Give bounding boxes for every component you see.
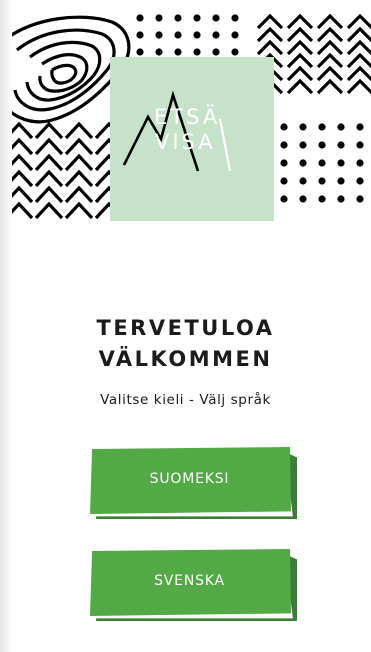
pattern-dot xyxy=(356,159,364,167)
pattern-dot xyxy=(337,123,345,131)
pattern-chevron xyxy=(316,13,344,30)
pattern-dot xyxy=(318,195,326,203)
swedish-language-button[interactable]: SVENSKA xyxy=(88,549,297,621)
pattern-chevron xyxy=(346,26,371,43)
pattern-chevron xyxy=(286,52,314,69)
pattern-dot xyxy=(155,14,163,22)
pattern-dot xyxy=(280,195,288,203)
pattern-dot xyxy=(212,31,220,39)
pattern-chevron xyxy=(316,52,344,69)
logo-text-line1: ETSÄ xyxy=(154,105,221,129)
swedish-button-label: SVENSKA xyxy=(154,573,225,589)
finnish-language-button[interactable]: SUOMEKSI xyxy=(88,447,297,519)
pattern-dot xyxy=(280,123,288,131)
pattern-dot xyxy=(337,177,345,185)
pattern-dot xyxy=(280,141,288,149)
pattern-dot xyxy=(280,177,288,185)
pattern-dot xyxy=(299,177,307,185)
pattern-chevron xyxy=(286,13,314,30)
pattern-dot xyxy=(299,123,307,131)
pattern-dot xyxy=(318,141,326,149)
pattern-chevron xyxy=(286,39,314,56)
pattern-dot xyxy=(136,31,144,39)
pattern-chevron xyxy=(12,153,34,172)
language-prompt: Valitse kieli - Välj språk xyxy=(100,392,271,408)
pattern-chevron xyxy=(286,26,314,43)
pattern-chevron xyxy=(256,26,284,43)
pattern-chevron xyxy=(286,78,314,95)
pattern-dot xyxy=(155,31,163,39)
pattern-dot xyxy=(193,14,201,22)
pattern-chevron xyxy=(316,65,344,82)
pattern-dot xyxy=(136,48,144,56)
pattern-dot xyxy=(136,14,144,22)
pattern-chevron xyxy=(256,13,284,30)
pattern-chevron xyxy=(316,26,344,43)
pattern-chevron xyxy=(346,39,371,56)
pattern-chevron xyxy=(64,185,94,204)
pattern-chevron xyxy=(286,65,314,82)
pattern-dot xyxy=(193,48,201,56)
pattern-dot xyxy=(299,141,307,149)
pattern-dot xyxy=(356,141,364,149)
pattern-chevron xyxy=(12,137,34,156)
pattern-chevron xyxy=(346,65,371,82)
pattern-dot xyxy=(155,48,163,56)
pattern-dot xyxy=(299,159,307,167)
pattern-dot xyxy=(318,159,326,167)
pattern-chevron xyxy=(34,169,64,188)
pattern-chevron xyxy=(346,52,371,69)
welcome-title-finnish: TERVETULOA xyxy=(96,316,275,340)
pattern-chevron xyxy=(34,185,64,204)
pattern-dot xyxy=(337,141,345,149)
app-logo: ETSÄ VISA xyxy=(110,57,274,221)
pattern-chevron xyxy=(316,39,344,56)
pattern-chevron xyxy=(12,201,34,220)
pattern-dot xyxy=(299,195,307,203)
pattern-chevron xyxy=(34,153,64,172)
pattern-dot xyxy=(174,31,182,39)
finnish-button-label: SUOMEKSI xyxy=(149,471,230,487)
pattern-dot xyxy=(231,48,239,56)
pattern-chevron xyxy=(12,121,34,140)
pattern-dot xyxy=(356,195,364,203)
pattern-chevron xyxy=(34,201,64,220)
pattern-dot xyxy=(318,177,326,185)
pattern-dot xyxy=(337,159,345,167)
pattern-dot xyxy=(280,159,288,167)
pattern-dot xyxy=(174,48,182,56)
pattern-dot xyxy=(337,195,345,203)
pattern-chevron xyxy=(34,137,64,156)
pattern-dot xyxy=(318,123,326,131)
pattern-dot xyxy=(356,177,364,185)
pattern-dot xyxy=(193,31,201,39)
pattern-chevron xyxy=(64,121,94,140)
pattern-dot xyxy=(212,48,220,56)
pattern-chevron xyxy=(346,13,371,30)
pattern-chevron xyxy=(346,78,371,95)
pattern-chevron xyxy=(34,121,64,140)
pattern-chevron xyxy=(64,169,94,188)
pattern-dot xyxy=(174,14,182,22)
pattern-chevron xyxy=(64,201,94,220)
pattern-dot xyxy=(356,123,364,131)
welcome-title-swedish: VÄLKOMMEN xyxy=(98,347,273,371)
pattern-dot xyxy=(231,31,239,39)
pattern-dot xyxy=(212,14,220,22)
pattern-dot xyxy=(231,14,239,22)
pattern-chevron xyxy=(316,78,344,95)
pattern-chevron xyxy=(64,153,94,172)
pattern-chevron xyxy=(12,185,34,204)
pattern-chevron xyxy=(64,137,94,156)
pattern-chevron xyxy=(12,169,34,188)
logo-text-line2: VISA xyxy=(155,130,216,154)
pattern-chevron xyxy=(256,39,284,56)
